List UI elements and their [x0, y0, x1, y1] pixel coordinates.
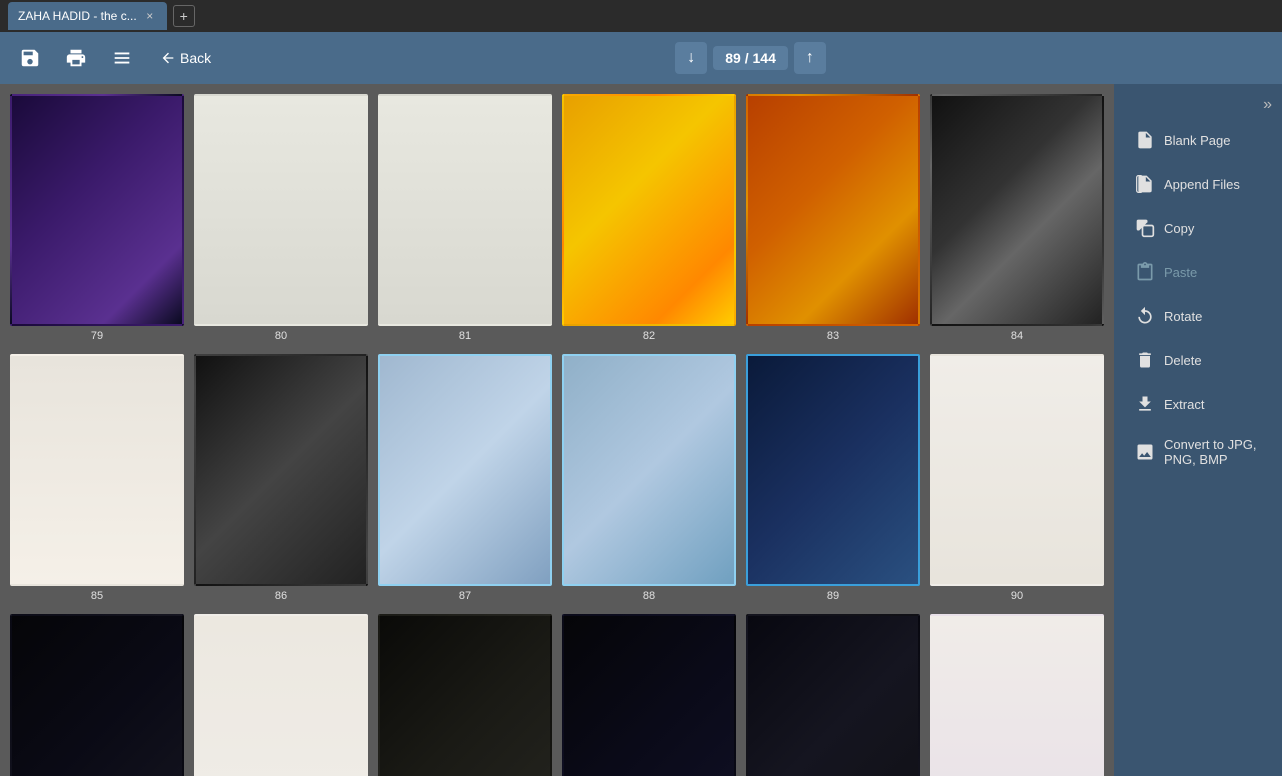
thumbnail-label: 82 [643, 330, 655, 342]
sidebar-delete-label: Delete [1164, 353, 1202, 368]
paste-icon [1134, 261, 1156, 283]
thumbnail-item[interactable]: 96 [930, 614, 1104, 776]
sidebar-item-paste: Paste [1120, 251, 1276, 293]
thumbnail-item[interactable]: 91 [10, 614, 184, 776]
thumbnail-item[interactable]: 80 [194, 94, 368, 342]
thumbnail-label: 86 [275, 590, 287, 602]
sidebar-item-delete[interactable]: Delete [1120, 339, 1276, 381]
thumbnail-item[interactable]: 95 [746, 614, 920, 776]
thumbnail-item[interactable]: 79 [10, 94, 184, 342]
copy-icon [1134, 217, 1156, 239]
thumbnail-label: 88 [643, 590, 655, 602]
thumbnail-item[interactable]: 92 [194, 614, 368, 776]
right-sidebar: » Blank Page Append Files Copy Paste [1114, 84, 1282, 776]
organize-button[interactable] [104, 40, 140, 76]
thumbnail-image [378, 354, 552, 586]
thumbnail-image [930, 614, 1104, 776]
thumbnail-image [930, 94, 1104, 326]
thumbnail-item[interactable]: 88 [562, 354, 736, 602]
print-icon [65, 47, 87, 69]
sidebar-paste-label: Paste [1164, 265, 1197, 280]
thumbnail-item[interactable]: 82 [562, 94, 736, 342]
thumbnail-image [10, 354, 184, 586]
down-icon: ↓ [687, 49, 695, 67]
sidebar-rotate-label: Rotate [1164, 309, 1202, 324]
thumbnail-label: 89 [827, 590, 839, 602]
sidebar-collapse-button[interactable]: » [1253, 92, 1282, 118]
thumbnail-label: 87 [459, 590, 471, 602]
thumbnail-image [10, 94, 184, 326]
thumbnail-item[interactable]: 93 [378, 614, 552, 776]
blank-page-icon [1134, 129, 1156, 151]
page-navigation: ↓ 89 / 144 ↑ [675, 42, 826, 74]
page-down-button[interactable]: ↓ [675, 42, 707, 74]
thumbnail-label: 81 [459, 330, 471, 342]
page-indicator: 89 / 144 [713, 46, 788, 70]
thumbnail-image [378, 94, 552, 326]
thumbnail-item[interactable]: 85 [10, 354, 184, 602]
thumbnail-image [746, 354, 920, 586]
thumbnail-image [562, 94, 736, 326]
print-button[interactable] [58, 40, 94, 76]
sidebar-extract-label: Extract [1164, 397, 1204, 412]
extract-icon [1134, 393, 1156, 415]
sidebar-convert-label: Convert to JPG, PNG, BMP [1164, 437, 1262, 467]
tab-label: ZAHA HADID - the c... [18, 9, 137, 23]
delete-icon [1134, 349, 1156, 371]
add-tab-button[interactable]: + [173, 5, 195, 27]
sidebar-item-extract[interactable]: Extract [1120, 383, 1276, 425]
thumbnail-item[interactable]: 84 [930, 94, 1104, 342]
thumbnail-label: 85 [91, 590, 103, 602]
append-files-icon [1134, 173, 1156, 195]
page-up-button[interactable]: ↑ [794, 42, 826, 74]
tab-close-button[interactable]: × [143, 9, 157, 23]
thumbnail-image [194, 94, 368, 326]
organize-icon [111, 47, 133, 69]
thumbnail-image [562, 354, 736, 586]
thumbnail-image [378, 614, 552, 776]
thumbnail-item[interactable]: 81 [378, 94, 552, 342]
rotate-icon [1134, 305, 1156, 327]
save-icon [19, 47, 41, 69]
thumbnail-item[interactable]: 83 [746, 94, 920, 342]
sidebar-item-convert[interactable]: Convert to JPG, PNG, BMP [1120, 427, 1276, 477]
active-tab[interactable]: ZAHA HADID - the c... × [8, 2, 167, 30]
title-bar: ZAHA HADID - the c... × + [0, 0, 1282, 32]
thumbnail-image [194, 614, 368, 776]
thumbnail-item[interactable]: 89 [746, 354, 920, 602]
thumbnail-item[interactable]: 86 [194, 354, 368, 602]
save-button[interactable] [12, 40, 48, 76]
thumbnail-item[interactable]: 90 [930, 354, 1104, 602]
thumbnail-item[interactable]: 87 [378, 354, 552, 602]
thumbnail-label: 84 [1011, 330, 1023, 342]
main-content: 7980818283848586878889909192939495969798… [0, 84, 1282, 776]
back-button[interactable]: Back [150, 44, 221, 72]
thumbnail-image [562, 614, 736, 776]
thumbnail-image [930, 354, 1104, 586]
thumbnail-label: 79 [91, 330, 103, 342]
toolbar: Back ↓ 89 / 144 ↑ [0, 32, 1282, 84]
thumbnail-image [10, 614, 184, 776]
convert-icon [1134, 441, 1156, 463]
thumbnail-grid: 7980818283848586878889909192939495969798… [0, 84, 1114, 776]
sidebar-copy-label: Copy [1164, 221, 1194, 236]
back-arrow-icon [160, 50, 176, 66]
sidebar-item-copy[interactable]: Copy [1120, 207, 1276, 249]
thumbnail-label: 83 [827, 330, 839, 342]
up-icon: ↑ [806, 49, 814, 67]
thumbnail-image [194, 354, 368, 586]
thumbnail-label: 90 [1011, 590, 1023, 602]
sidebar-append-files-label: Append Files [1164, 177, 1240, 192]
back-label: Back [180, 50, 211, 66]
sidebar-blank-page-label: Blank Page [1164, 133, 1231, 148]
sidebar-item-append-files[interactable]: Append Files [1120, 163, 1276, 205]
thumbnail-image [746, 94, 920, 326]
thumbnail-label: 80 [275, 330, 287, 342]
thumbnail-image [746, 614, 920, 776]
sidebar-item-blank-page[interactable]: Blank Page [1120, 119, 1276, 161]
thumbnail-item[interactable]: 94 [562, 614, 736, 776]
sidebar-item-rotate[interactable]: Rotate [1120, 295, 1276, 337]
